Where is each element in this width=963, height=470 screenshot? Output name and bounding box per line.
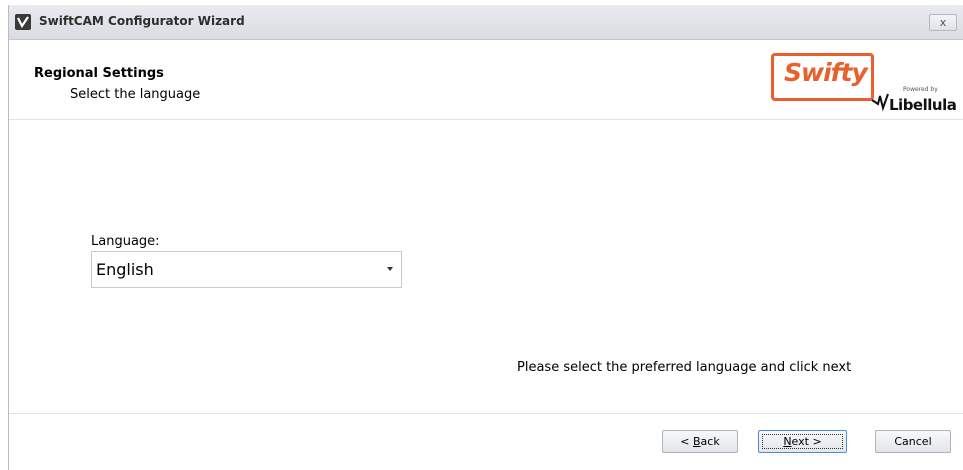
swifty-logo-text: Swifty (784, 58, 868, 87)
back-button-prefix: < (680, 435, 693, 448)
wizard-window: SwiftCAM Configurator Wizard x Regional … (8, 5, 963, 470)
next-button[interactable]: Next > (758, 430, 847, 453)
next-button-mnemonic: N (783, 435, 792, 448)
back-button-label: ack (700, 435, 720, 448)
chevron-down-icon[interactable] (387, 267, 393, 271)
language-select[interactable]: English (91, 251, 402, 288)
footer-divider (9, 413, 963, 414)
swifty-libellula-logo: Swifty Powered by Libellula (769, 48, 959, 120)
page-subtitle: Select the language (70, 87, 201, 102)
libellula-mark-icon (871, 93, 889, 112)
close-icon: x (939, 16, 947, 29)
back-button-mnemonic: B (693, 435, 701, 448)
libellula-logo-text: Libellula (889, 96, 957, 114)
language-label: Language: (91, 234, 160, 249)
page-title: Regional Settings (34, 66, 164, 81)
close-button[interactable]: x (929, 14, 957, 31)
powered-by-text: Powered by (903, 86, 938, 93)
header-divider (9, 119, 963, 120)
title-bar[interactable]: SwiftCAM Configurator Wizard x (9, 5, 963, 40)
window-title: SwiftCAM Configurator Wizard (39, 14, 245, 28)
swifty-logo-box: Swifty (771, 53, 874, 101)
wizard-header: Regional Settings Select the language Sw… (9, 40, 963, 121)
app-icon (15, 14, 31, 30)
instruction-text: Please select the preferred language and… (517, 360, 852, 375)
language-selected-value: English (96, 260, 154, 279)
next-button-label: ext > (791, 435, 822, 448)
cancel-button[interactable]: Cancel (875, 430, 951, 453)
back-button[interactable]: < Back (662, 430, 738, 453)
